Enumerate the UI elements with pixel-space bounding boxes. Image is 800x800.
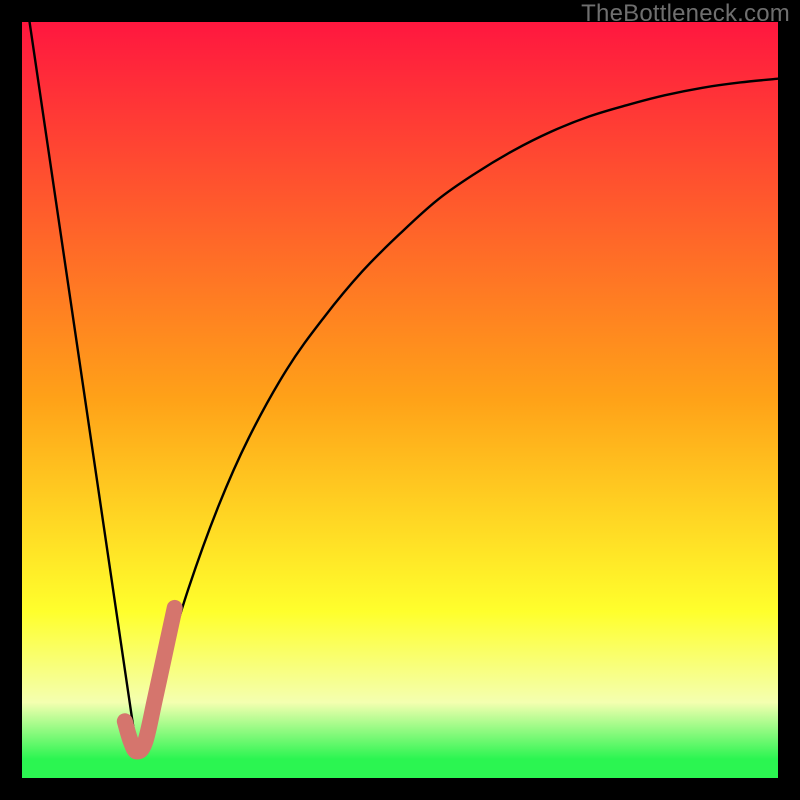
watermark-text: TheBottleneck.com [581, 0, 790, 28]
plot-area [22, 22, 778, 778]
chart-svg [22, 22, 778, 778]
gradient-background [22, 22, 778, 778]
chart-frame: TheBottleneck.com [0, 0, 800, 800]
